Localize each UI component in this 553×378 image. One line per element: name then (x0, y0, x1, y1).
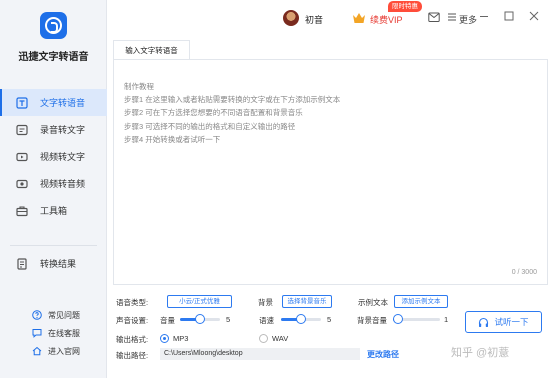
volume-slider-handle[interactable] (195, 314, 205, 324)
format-wav-radio[interactable] (259, 334, 268, 343)
change-path-button[interactable]: 更改路径 (367, 349, 399, 360)
sidebar: 迅捷文字转语音 文字转语音 录音转文字 视频转文字 视频转音频 工具箱 转换结果 (0, 0, 107, 378)
bg-volume-slider-handle[interactable] (393, 314, 403, 324)
sidebar-item-label: 视频转音频 (40, 179, 86, 189)
bg-volume-label: 背景音量 (357, 316, 387, 325)
username[interactable]: 初音 (305, 13, 323, 26)
more-button[interactable]: 更多 (459, 13, 477, 26)
sidebar-result: 转换结果 (0, 250, 107, 277)
tab-text-to-speech[interactable]: 输入文字转语音 (113, 40, 190, 60)
format-mp3-radio[interactable] (160, 334, 169, 343)
output-path-label: 输出路径: (116, 351, 149, 360)
speed-value: 5 (327, 315, 332, 324)
add-sample-text-button[interactable]: 添加示例文本 (394, 295, 448, 308)
sidebar-item-video-to-text[interactable]: 视频转文字 (0, 143, 107, 170)
official-site-link[interactable]: 进入官网 (0, 342, 107, 360)
mail-icon[interactable] (428, 12, 440, 23)
online-service-link[interactable]: 在线客服 (0, 324, 107, 342)
crown-icon (353, 13, 365, 23)
char-counter: 0 / 3000 (511, 269, 537, 276)
sidebar-item-recording-to-text[interactable]: 录音转文字 (0, 116, 107, 143)
speed-label: 语速 (259, 316, 274, 325)
try-listen-label: 试听一下 (494, 317, 529, 327)
headphones-icon (479, 317, 489, 327)
voice-type-button[interactable]: 小云/正式优雅 (167, 295, 232, 308)
instruction-step-3: 步骤3 可选择不同的输出的格式和自定义输出的路径 (124, 121, 296, 131)
instruction-step-4: 步骤4 开始转换或者试听一下 (124, 134, 221, 144)
bg-volume-slider[interactable] (393, 314, 440, 324)
sidebar-links: 常见问题 在线客服 进入官网 (0, 306, 107, 360)
try-listen-button[interactable]: 试听一下 (465, 311, 542, 333)
sidebar-item-label: 转换结果 (40, 259, 77, 269)
sidebar-item-results[interactable]: 转换结果 (0, 250, 107, 277)
instruction-step-1: 步骤1 在这里输入或者粘贴需要转换的文字或在下方添加示例文本 (124, 95, 341, 105)
minimize-icon[interactable] (478, 10, 490, 22)
sidebar-item-label: 工具箱 (40, 206, 68, 216)
sidebar-item-label: 文字转语音 (40, 98, 86, 108)
sidebar-item-text-to-speech[interactable]: 文字转语音 (0, 89, 107, 116)
toolbox-icon (16, 205, 28, 216)
home-icon (32, 346, 42, 356)
faq-label: 常见问题 (48, 310, 80, 320)
format-wav-label[interactable]: WAV (272, 334, 288, 343)
instruction-title: 制作教程 (124, 82, 154, 91)
bgm-label: 背景 (258, 298, 273, 307)
editor-instructions: 制作教程 步骤1 在这里输入或者粘贴需要转换的文字或在下方添加示例文本 步骤2 … (124, 80, 340, 146)
volume-label: 音量 (160, 316, 175, 325)
online-service-label: 在线客服 (48, 328, 80, 338)
select-bgm-button[interactable]: 选择背景音乐 (282, 295, 332, 308)
sidebar-nav: 文字转语音 录音转文字 视频转文字 视频转音频 工具箱 (0, 89, 107, 224)
renew-vip-button[interactable]: 续费VIP (370, 13, 403, 26)
video-icon (16, 152, 28, 161)
watermark: 知乎 @初薏 (451, 347, 510, 359)
instruction-step-2: 步骤2 可在下方选择您想要的不同语音配置和背景音乐 (124, 108, 303, 118)
text-editor[interactable]: 制作教程 步骤1 在这里输入或者粘贴需要转换的文字或在下方添加示例文本 步骤2 … (113, 60, 548, 285)
sidebar-item-label: 视频转文字 (40, 152, 86, 162)
question-icon (32, 310, 42, 320)
voice-type-label: 语音类型: (116, 298, 149, 307)
maximize-icon[interactable] (503, 10, 515, 22)
speed-slider-handle[interactable] (296, 314, 306, 324)
chat-icon (32, 329, 42, 338)
recording-icon (16, 124, 28, 135)
sidebar-item-label: 录音转文字 (40, 125, 86, 135)
sidebar-divider (10, 245, 97, 246)
sidebar-item-toolbox[interactable]: 工具箱 (0, 197, 107, 224)
results-icon (17, 257, 27, 270)
volume-slider[interactable] (180, 314, 220, 324)
app-title: 迅捷文字转语音 (18, 52, 89, 63)
avatar[interactable] (283, 10, 299, 26)
volume-value: 5 (226, 315, 231, 324)
official-site-label: 进入官网 (48, 346, 80, 356)
video-audio-icon (16, 179, 28, 188)
sample-text-label: 示例文本 (358, 298, 388, 307)
menu-icon (448, 13, 456, 21)
sound-settings-label: 声音设置: (116, 316, 149, 325)
promo-badge: 限时特惠 (388, 1, 422, 12)
text-to-speech-icon (16, 96, 28, 109)
faq-link[interactable]: 常见问题 (0, 306, 107, 324)
top-bar: 初音 续费VIP 限时特惠 更多 (107, 0, 553, 36)
close-icon[interactable] (528, 10, 540, 22)
app-logo-icon (40, 12, 67, 39)
output-format-label: 输出格式: (116, 335, 149, 344)
output-path-field[interactable]: C:\Users\Mloong\desktop (160, 348, 360, 360)
bg-volume-value: 1 (444, 315, 449, 324)
format-mp3-label[interactable]: MP3 (173, 334, 188, 343)
sidebar-item-video-to-audio[interactable]: 视频转音频 (0, 170, 107, 197)
speed-slider[interactable] (281, 314, 321, 324)
